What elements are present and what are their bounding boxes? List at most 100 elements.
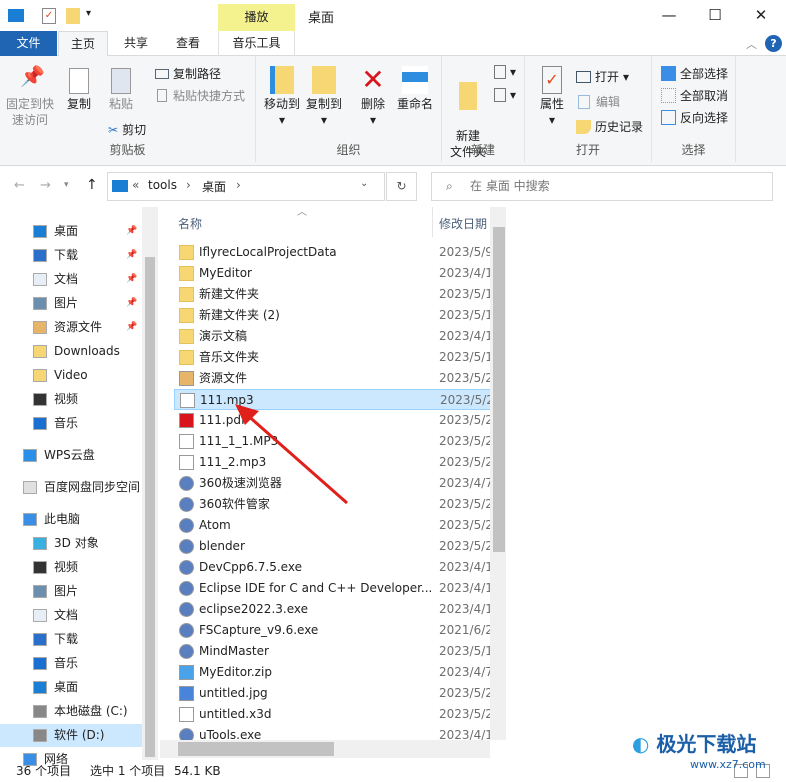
breadcrumb-tools[interactable]: tools bbox=[148, 178, 177, 192]
invert-selection-icon bbox=[661, 110, 676, 125]
maximize-button[interactable]: ☐ bbox=[692, 4, 738, 26]
file-row[interactable]: Atom 2023/5/2 bbox=[174, 515, 505, 536]
nav-item[interactable]: 资源文件 📌 bbox=[0, 316, 142, 339]
address-bar[interactable]: « tools › 桌面 › ⌄ bbox=[107, 172, 385, 201]
history-button[interactable]: 历史记录 bbox=[576, 118, 643, 135]
nav-item[interactable]: 此电脑 bbox=[0, 508, 142, 531]
file-row[interactable]: eclipse2022.3.exe 2023/4/1 bbox=[174, 599, 505, 620]
up-button[interactable]: ↑ bbox=[86, 177, 98, 193]
history-icon bbox=[576, 119, 591, 134]
back-button[interactable]: ← bbox=[14, 178, 25, 193]
navigation-pane: 桌面 📌 下载 📌 文档 📌 图片 📌 资源文件 📌 Downloads Video 视频 音乐 WPS云盘… bbox=[0, 207, 158, 766]
file-row[interactable]: untitled.x3d 2023/5/2 bbox=[174, 704, 505, 725]
nav-item[interactable]: 下载 bbox=[0, 628, 142, 651]
nav-item[interactable]: WPS云盘 bbox=[0, 444, 142, 467]
nav-item[interactable]: 图片 bbox=[0, 580, 142, 603]
minimize-button[interactable]: — bbox=[646, 4, 692, 26]
move-to-button[interactable]: 移动到 ▾ bbox=[262, 66, 302, 128]
copy-to-button[interactable]: 复制到 ▾ bbox=[304, 66, 344, 128]
select-all-button[interactable]: 全部选择 bbox=[661, 65, 728, 82]
nav-item[interactable]: 文档 bbox=[0, 604, 142, 627]
nav-item[interactable]: 桌面 📌 bbox=[0, 220, 142, 243]
file-row[interactable]: untitled.jpg 2023/5/2 bbox=[174, 683, 505, 704]
nav-item[interactable]: 音乐 bbox=[0, 412, 142, 435]
file-row[interactable]: 新建文件夹 2023/5/1 bbox=[174, 284, 505, 305]
customize-qat-icon[interactable]: ▾ bbox=[86, 8, 91, 19]
file-row[interactable]: DevCpp6.7.5.exe 2023/4/1 bbox=[174, 557, 505, 578]
tab-share[interactable]: 共享 bbox=[112, 31, 160, 56]
nav-item[interactable]: 文档 📌 bbox=[0, 268, 142, 291]
tab-music-tools[interactable]: 音乐工具 bbox=[218, 31, 295, 56]
rename-button[interactable]: 重命名 bbox=[394, 66, 436, 112]
file-row[interactable]: MindMaster 2023/5/1 bbox=[174, 641, 505, 662]
pin-icon[interactable]: 📌 bbox=[126, 316, 137, 339]
vertical-scrollbar[interactable] bbox=[490, 207, 506, 740]
select-none-button[interactable]: 全部取消 bbox=[661, 87, 728, 104]
file-row[interactable]: FSCapture_v9.6.exe 2021/6/2 bbox=[174, 620, 505, 641]
edit-button[interactable]: 编辑 bbox=[576, 93, 620, 110]
file-row[interactable]: 资源文件 2023/5/2 bbox=[174, 368, 505, 389]
file-row[interactable]: MyEditor 2023/4/1 bbox=[174, 263, 505, 284]
nav-item[interactable]: 音乐 bbox=[0, 652, 142, 675]
nav-item[interactable]: 百度网盘同步空间 bbox=[0, 476, 142, 499]
file-row[interactable]: blender 2023/5/2 bbox=[174, 536, 505, 557]
recent-locations-button[interactable]: ▾ bbox=[64, 180, 69, 190]
new-folder-icon bbox=[459, 82, 477, 110]
horizontal-scrollbar[interactable] bbox=[160, 740, 490, 758]
tab-view[interactable]: 查看 bbox=[164, 31, 212, 56]
paste-shortcut-button[interactable]: 粘贴快捷方式 bbox=[155, 87, 245, 104]
copy-path-button[interactable]: 复制路径 bbox=[155, 65, 221, 82]
folder-icon bbox=[33, 369, 47, 382]
tab-home[interactable]: 主页 bbox=[58, 31, 108, 57]
close-button[interactable]: ✕ bbox=[738, 4, 784, 26]
download-icon bbox=[33, 633, 47, 646]
nav-item[interactable]: Video bbox=[0, 364, 142, 387]
address-dropdown-icon[interactable]: ⌄ bbox=[360, 178, 368, 189]
pin-icon[interactable]: 📌 bbox=[126, 220, 137, 243]
nav-item[interactable]: 视频 bbox=[0, 388, 142, 411]
file-row[interactable]: 演示文稿 2023/4/1 bbox=[174, 326, 505, 347]
invert-selection-button[interactable]: 反向选择 bbox=[661, 109, 728, 126]
file-row[interactable]: 新建文件夹 (2) 2023/5/1 bbox=[174, 305, 505, 326]
nav-scrollbar[interactable] bbox=[142, 207, 158, 760]
forward-button[interactable]: → bbox=[40, 178, 51, 193]
paste-button[interactable]: 粘贴 bbox=[104, 68, 138, 112]
easy-access-button[interactable]: ▾ bbox=[494, 88, 516, 102]
refresh-button[interactable]: ↻ bbox=[386, 172, 417, 201]
pin-quick-access-button[interactable]: 📌 固定到快速访问 bbox=[6, 66, 54, 128]
nav-item[interactable]: 3D 对象 bbox=[0, 532, 142, 555]
properties-button[interactable]: ✓ 属性 ▾ bbox=[535, 66, 569, 128]
file-row[interactable]: Eclipse IDE for C and C++ Developer... 20… bbox=[174, 578, 505, 599]
file-row[interactable]: 音乐文件夹 2023/5/1 bbox=[174, 347, 505, 368]
properties-quick-icon[interactable]: ✓ bbox=[42, 8, 56, 24]
nav-item[interactable]: 本地磁盘 (C:) bbox=[0, 700, 142, 723]
search-input[interactable]: ⌕ 在 桌面 中搜索 bbox=[431, 172, 773, 201]
context-tab-play[interactable]: 播放 bbox=[218, 4, 295, 31]
new-item-button[interactable]: ▾ bbox=[494, 65, 516, 79]
nav-item[interactable]: 桌面 bbox=[0, 676, 142, 699]
collapse-ribbon-icon[interactable]: ︿ bbox=[746, 36, 757, 52]
nav-item[interactable]: 图片 📌 bbox=[0, 292, 142, 315]
file-row[interactable]: IflyrecLocalProjectData 2023/5/9 bbox=[174, 242, 505, 263]
open-group: ✓ 属性 ▾ 打开 ▾ 编辑 历史记录 打开 bbox=[525, 56, 652, 162]
breadcrumb-desktop[interactable]: 桌面 bbox=[202, 178, 226, 195]
tab-file[interactable]: 文件 bbox=[0, 31, 57, 56]
cut-button[interactable]: ✂ 剪切 bbox=[108, 121, 146, 138]
file-row[interactable]: uTools.exe 2023/4/1 bbox=[174, 725, 505, 740]
app-icon bbox=[179, 728, 194, 740]
pin-icon[interactable]: 📌 bbox=[126, 244, 137, 267]
nav-item[interactable]: 下载 📌 bbox=[0, 244, 142, 267]
open-button[interactable]: 打开 ▾ bbox=[576, 68, 629, 85]
folder-icon bbox=[33, 345, 47, 358]
delete-button[interactable]: ✕ 删除 ▾ bbox=[356, 66, 390, 128]
pin-icon[interactable]: 📌 bbox=[126, 292, 137, 315]
nav-item[interactable]: 视频 bbox=[0, 556, 142, 579]
pin-icon[interactable]: 📌 bbox=[126, 268, 137, 291]
copy-button[interactable]: 复制 bbox=[62, 68, 96, 112]
breadcrumb-overflow[interactable]: « bbox=[132, 178, 139, 192]
nav-item[interactable]: 软件 (D:) bbox=[0, 724, 142, 747]
nav-item[interactable]: Downloads bbox=[0, 340, 142, 363]
file-row[interactable]: MyEditor.zip 2023/4/7 bbox=[174, 662, 505, 683]
new-folder-quick-icon[interactable] bbox=[66, 8, 80, 24]
help-icon[interactable]: ? bbox=[765, 35, 782, 52]
